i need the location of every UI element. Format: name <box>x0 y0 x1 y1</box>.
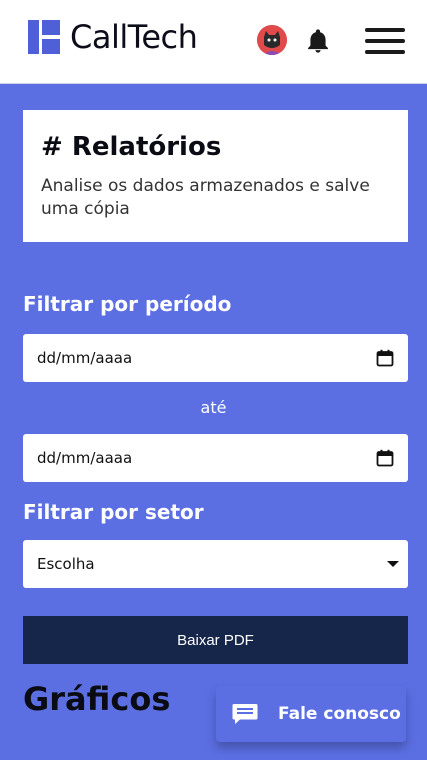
period-filter-label: Filtrar por período <box>23 292 232 316</box>
sector-select[interactable]: Escolha <box>23 540 408 588</box>
download-pdf-button[interactable]: Baixar PDF <box>23 616 408 664</box>
date-start-input[interactable]: dd/mm/aaaa <box>23 334 408 382</box>
calendar-icon[interactable] <box>376 449 394 467</box>
sector-select-value: Escolha <box>37 555 95 573</box>
user-avatar[interactable] <box>257 25 287 55</box>
page-title: # Relatórios <box>41 132 222 162</box>
logo-mark-icon <box>28 20 60 54</box>
date-range-separator: até <box>200 398 227 417</box>
page-subtitle: Analise os dados armazenados e salve uma… <box>41 176 370 220</box>
chevron-down-icon <box>387 561 399 567</box>
date-start-value: dd/mm/aaaa <box>37 349 133 367</box>
sector-filter-label: Filtrar por setor <box>23 500 204 524</box>
date-end-input[interactable]: dd/mm/aaaa <box>23 434 408 482</box>
hamburger-icon <box>365 28 405 32</box>
avatar-icon <box>257 25 287 55</box>
charts-section-title: Gráficos <box>23 680 171 718</box>
chat-icon <box>232 704 258 724</box>
calendar-icon[interactable] <box>376 349 394 367</box>
reports-card: # Relatórios Analise os dados armazenado… <box>23 110 408 242</box>
hamburger-icon-line <box>365 39 405 43</box>
contact-chat-button[interactable]: Fale conosco <box>216 686 406 742</box>
hamburger-icon-line <box>365 50 405 54</box>
notifications-button[interactable] <box>304 27 332 55</box>
contact-chat-label: Fale conosco <box>278 704 401 724</box>
logo-text: CallTech <box>70 18 198 56</box>
top-bar: CallTech <box>0 0 427 84</box>
date-end-value: dd/mm/aaaa <box>37 449 133 467</box>
menu-button[interactable] <box>365 28 405 54</box>
logo[interactable]: CallTech <box>28 18 198 56</box>
bell-icon <box>308 29 328 53</box>
